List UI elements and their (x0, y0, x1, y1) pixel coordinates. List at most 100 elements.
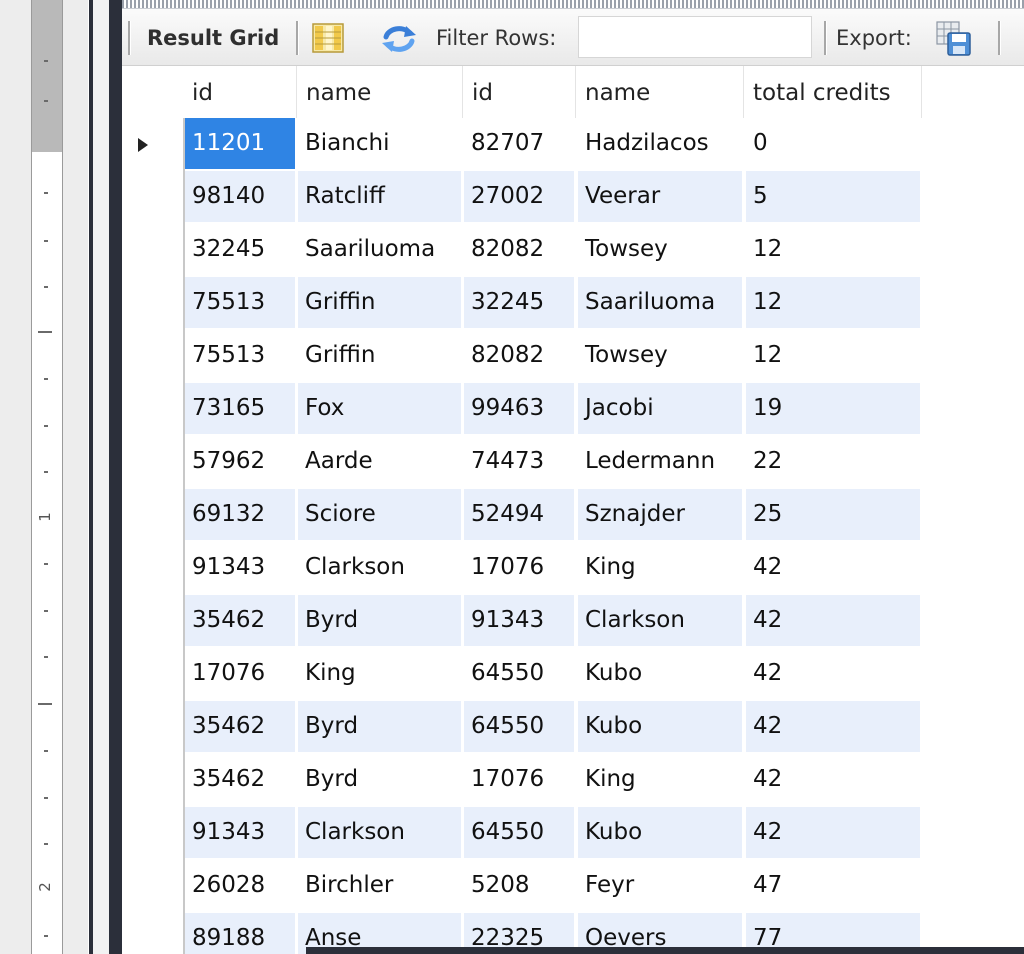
cell-instructor-id[interactable]: 82082 (464, 224, 574, 275)
row-selector[interactable] (122, 648, 183, 701)
export-save-icon[interactable] (936, 21, 972, 57)
cell-student-id[interactable]: 35462 (185, 754, 295, 805)
cell-instructor-id[interactable]: 17076 (464, 754, 574, 805)
cell-student-id[interactable]: 32245 (185, 224, 295, 275)
cell-instructor-name[interactable]: Ledermann (578, 436, 742, 487)
row-selector[interactable] (122, 118, 183, 171)
cell-student-id[interactable]: 75513 (185, 277, 295, 328)
cell-student-name[interactable]: Griffin (298, 277, 461, 328)
cell-student-id[interactable]: 98140 (185, 171, 295, 222)
column-header-total-credits[interactable]: total credits (744, 66, 922, 118)
cell-total-credits[interactable]: 42 (746, 807, 920, 858)
cell-student-name[interactable]: Clarkson (298, 807, 461, 858)
cell-total-credits[interactable]: 12 (746, 330, 920, 381)
table-row[interactable]: 69132 Sciore 52494 Sznajder 25 (122, 489, 922, 542)
cell-instructor-id[interactable]: 32245 (464, 277, 574, 328)
cell-instructor-name[interactable]: Jacobi (578, 383, 742, 434)
cell-instructor-id[interactable]: 91343 (464, 595, 574, 646)
cell-total-credits[interactable]: 42 (746, 754, 920, 805)
cell-student-name[interactable]: Bianchi (298, 118, 461, 169)
cell-instructor-name[interactable]: Clarkson (578, 595, 742, 646)
cell-student-name[interactable]: Byrd (298, 754, 461, 805)
row-selector[interactable] (122, 224, 183, 277)
cell-student-name[interactable]: Byrd (298, 701, 461, 752)
cell-student-name[interactable]: Byrd (298, 595, 461, 646)
table-row[interactable]: 17076 King 64550 Kubo 42 (122, 648, 922, 701)
table-row[interactable]: 98140 Ratcliff 27002 Veerar 5 (122, 171, 922, 224)
cell-student-name[interactable]: Aarde (298, 436, 461, 487)
row-selector[interactable] (122, 330, 183, 383)
row-header-corner[interactable] (122, 66, 183, 118)
cell-instructor-name[interactable]: Kubo (578, 701, 742, 752)
row-selector[interactable] (122, 542, 183, 595)
cell-instructor-id[interactable]: 64550 (464, 648, 574, 699)
column-header-id[interactable]: id (463, 66, 576, 118)
table-row[interactable]: 35462 Byrd 64550 Kubo 42 (122, 701, 922, 754)
table-row[interactable]: 32245 Saariluoma 82082 Towsey 12 (122, 224, 922, 277)
row-selector[interactable] (122, 913, 183, 954)
cell-instructor-id[interactable]: 82082 (464, 330, 574, 381)
cell-student-id[interactable]: 11201 (185, 118, 295, 169)
cell-student-id[interactable]: 17076 (185, 648, 295, 699)
cell-total-credits[interactable]: 12 (746, 224, 920, 275)
cell-student-id[interactable]: 75513 (185, 330, 295, 381)
cell-instructor-id[interactable]: 64550 (464, 701, 574, 752)
cell-student-id[interactable]: 73165 (185, 383, 295, 434)
cell-student-id[interactable]: 69132 (185, 489, 295, 540)
cell-instructor-id[interactable]: 17076 (464, 542, 574, 593)
cell-instructor-name[interactable]: King (578, 542, 742, 593)
table-row[interactable]: 75513 Griffin 82082 Towsey 12 (122, 330, 922, 383)
cell-student-name[interactable]: Fox (298, 383, 461, 434)
row-selector[interactable] (122, 436, 183, 489)
table-row[interactable]: 91343 Clarkson 64550 Kubo 42 (122, 807, 922, 860)
result-grid-tab[interactable]: Result Grid (147, 23, 279, 53)
cell-instructor-id[interactable]: 64550 (464, 807, 574, 858)
row-selector[interactable] (122, 383, 183, 436)
cell-student-id[interactable]: 91343 (185, 807, 295, 858)
cell-instructor-name[interactable]: Hadzilacos (578, 118, 742, 169)
cell-student-name[interactable]: Saariluoma (298, 224, 461, 275)
table-row[interactable]: 11201 Bianchi 82707 Hadzilacos 0 (122, 118, 922, 171)
table-row[interactable]: 35462 Byrd 17076 King 42 (122, 754, 922, 807)
cell-total-credits[interactable]: 25 (746, 489, 920, 540)
cell-student-name[interactable]: Clarkson (298, 542, 461, 593)
table-row[interactable]: 35462 Byrd 91343 Clarkson 42 (122, 595, 922, 648)
cell-instructor-name[interactable]: King (578, 754, 742, 805)
cell-student-id[interactable]: 91343 (185, 542, 295, 593)
row-selector[interactable] (122, 595, 183, 648)
cell-student-id[interactable]: 89188 (185, 913, 295, 954)
cell-total-credits[interactable]: 42 (746, 542, 920, 593)
cell-student-name[interactable]: King (298, 648, 461, 699)
row-selector[interactable] (122, 489, 183, 542)
cell-student-id[interactable]: 35462 (185, 701, 295, 752)
cell-total-credits[interactable]: 42 (746, 595, 920, 646)
cell-student-name[interactable]: Griffin (298, 330, 461, 381)
cell-instructor-name[interactable]: Feyr (578, 860, 742, 911)
cell-total-credits[interactable]: 5 (746, 171, 920, 222)
cell-instructor-name[interactable]: Kubo (578, 648, 742, 699)
cell-instructor-id[interactable]: 27002 (464, 171, 574, 222)
cell-student-name[interactable]: Birchler (298, 860, 461, 911)
cell-total-credits[interactable]: 42 (746, 701, 920, 752)
row-selector[interactable] (122, 754, 183, 807)
row-selector[interactable] (122, 171, 183, 224)
row-selector[interactable] (122, 807, 183, 860)
cell-total-credits[interactable]: 19 (746, 383, 920, 434)
cell-instructor-name[interactable]: Towsey (578, 224, 742, 275)
table-row[interactable]: 75513 Griffin 32245 Saariluoma 12 (122, 277, 922, 330)
cell-instructor-id[interactable]: 99463 (464, 383, 574, 434)
cell-student-id[interactable]: 26028 (185, 860, 295, 911)
cell-instructor-name[interactable]: Veerar (578, 171, 742, 222)
cell-total-credits[interactable]: 12 (746, 277, 920, 328)
cell-student-name[interactable]: Ratcliff (298, 171, 461, 222)
cell-total-credits[interactable]: 0 (746, 118, 920, 169)
cell-total-credits[interactable]: 22 (746, 436, 920, 487)
column-header-name[interactable]: name (297, 66, 463, 118)
cell-student-id[interactable]: 57962 (185, 436, 295, 487)
cell-instructor-name[interactable]: Towsey (578, 330, 742, 381)
table-row[interactable]: 91343 Clarkson 17076 King 42 (122, 542, 922, 595)
cell-total-credits[interactable]: 47 (746, 860, 920, 911)
column-header-id[interactable]: id (183, 66, 297, 118)
cell-instructor-name[interactable]: Kubo (578, 807, 742, 858)
table-row[interactable]: 57962 Aarde 74473 Ledermann 22 (122, 436, 922, 489)
